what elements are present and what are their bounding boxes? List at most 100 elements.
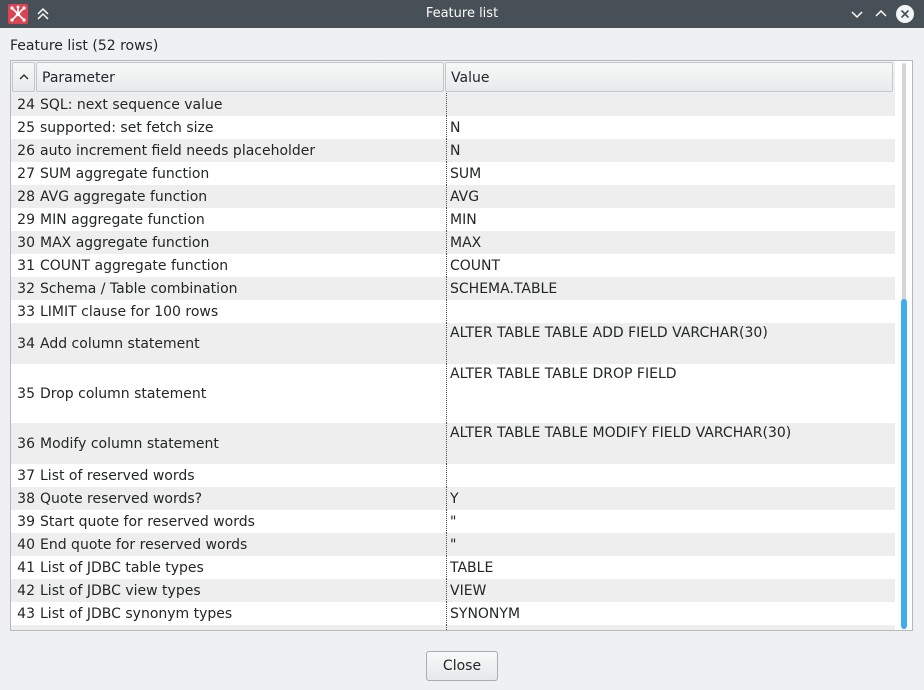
- value-cell[interactable]: ALTER TABLE TABLE MODIFY FIELD VARCHAR(3…: [446, 423, 895, 464]
- table-row[interactable]: 26 auto increment field needs placeholder…: [11, 139, 895, 162]
- row-number: 44: [11, 625, 37, 631]
- row-number: 38: [17, 490, 35, 507]
- scrollbar-thumb[interactable]: [901, 299, 907, 629]
- parameter-column-header[interactable]: Parameter: [36, 62, 444, 92]
- value-cell[interactable]: MIN: [446, 208, 895, 231]
- value-cell[interactable]: MAX: [446, 231, 895, 254]
- table-row[interactable]: 24 SQL: next sequence value: [11, 93, 895, 116]
- parameter-cell[interactable]: COUNT aggregate function: [39, 254, 444, 277]
- row-number: 33: [17, 303, 35, 320]
- table-row[interactable]: 29 MIN aggregate function MIN: [11, 208, 895, 231]
- value-cell[interactable]: N: [446, 116, 895, 139]
- row-number: 25: [17, 119, 35, 136]
- close-icon: [900, 9, 910, 19]
- feature-table[interactable]: Parameter Value 24 SQL: next sequence val…: [10, 60, 913, 631]
- parameter-cell[interactable]: auto increment field needs placeholder: [39, 139, 444, 162]
- parameter-cell[interactable]: List of reserved words: [39, 464, 444, 487]
- vertical-scrollbar[interactable]: [899, 63, 909, 629]
- parameter-cell[interactable]: MAX aggregate function: [39, 231, 444, 254]
- value-cell[interactable]: VIEW: [446, 579, 895, 602]
- value-cell[interactable]: [446, 93, 895, 116]
- parameter-cell[interactable]: AVG aggregate function: [39, 185, 444, 208]
- table-row[interactable]: 34 Add column statement ALTER TABLE TABLE …: [11, 323, 895, 364]
- value-cell[interactable]: N: [446, 625, 895, 630]
- table-row[interactable]: 25 supported: set fetch size N: [11, 116, 895, 139]
- row-number: 37: [17, 467, 35, 484]
- value-cell[interactable]: ALTER TABLE TABLE DROP FIELD: [446, 364, 895, 423]
- parameter-cell[interactable]: List of JDBC synonym types: [39, 602, 444, 625]
- table-row[interactable]: 39 Start quote for reserved words ": [11, 510, 895, 533]
- row-number: 40: [17, 536, 35, 553]
- parameter-cell[interactable]: supported: set fetch size: [39, 116, 444, 139]
- chevron-up-icon: [19, 74, 29, 80]
- row-number: 41: [17, 559, 35, 576]
- title-bar[interactable]: Feature list: [0, 0, 924, 28]
- row-number: 35: [17, 385, 35, 402]
- value-cell[interactable]: SCHEMA.TABLE: [446, 277, 895, 300]
- row-number: 29: [17, 211, 35, 228]
- value-column-header[interactable]: Value: [445, 62, 893, 92]
- maximize-button[interactable]: [872, 5, 890, 23]
- row-number: 30: [17, 234, 35, 251]
- parameter-cell[interactable]: Modify column statement: [39, 423, 444, 464]
- parameter-cell[interactable]: List of JDBC table types: [39, 556, 444, 579]
- chevron-up-icon: [875, 9, 887, 17]
- parameter-cell[interactable]: Start quote for reserved words: [39, 510, 444, 533]
- value-cell[interactable]: ": [446, 510, 895, 533]
- minimize-button[interactable]: [848, 5, 866, 23]
- table-row[interactable]: 30 MAX aggregate function MAX: [11, 231, 895, 254]
- value-cell[interactable]: AVG: [446, 185, 895, 208]
- table-row[interactable]: 38 Quote reserved words? Y: [11, 487, 895, 510]
- close-window-button[interactable]: [896, 5, 914, 23]
- table-row[interactable]: 35 Drop column statement ALTER TABLE TABLE…: [11, 364, 895, 423]
- row-number-header[interactable]: [12, 62, 35, 92]
- table-row[interactable]: 31 COUNT aggregate function COUNT: [11, 254, 895, 277]
- table-row[interactable]: 32 Schema / Table combination SCHEMA.TABLE: [11, 277, 895, 300]
- value-cell[interactable]: SUM: [446, 162, 895, 185]
- table-row[interactable]: 43 List of JDBC synonym types SYNONYM: [11, 602, 895, 625]
- value-cell[interactable]: TABLE: [446, 556, 895, 579]
- row-number: 39: [17, 513, 35, 530]
- value-cell[interactable]: ALTER TABLE TABLE ADD FIELD VARCHAR(30): [446, 323, 895, 364]
- parameter-cell[interactable]: LIMIT clause for 100 rows: [39, 300, 444, 323]
- row-number: 24: [17, 96, 35, 113]
- row-number: 34: [17, 335, 35, 352]
- table-body: 24 SQL: next sequence value 25 supported: …: [11, 93, 895, 631]
- value-cell[interactable]: ": [446, 533, 895, 556]
- parameter-cell[interactable]: [39, 625, 444, 630]
- table-row[interactable]: 40 End quote for reserved words ": [11, 533, 895, 556]
- parameter-cell[interactable]: Add column statement: [39, 323, 444, 364]
- parameter-cell[interactable]: SUM aggregate function: [39, 162, 444, 185]
- row-count-caption: Feature list (52 rows): [10, 38, 159, 54]
- value-cell[interactable]: [446, 300, 895, 323]
- keep-above-icon[interactable]: [34, 5, 52, 23]
- table-row[interactable]: 28 AVG aggregate function AVG: [11, 185, 895, 208]
- row-number: 36: [17, 435, 35, 452]
- value-cell[interactable]: N: [446, 139, 895, 162]
- table-row[interactable]: 41 List of JDBC table types TABLE: [11, 556, 895, 579]
- window-title: Feature list: [425, 6, 499, 21]
- parameter-cell[interactable]: List of JDBC view types: [39, 579, 444, 602]
- table-row[interactable]: 37 List of reserved words: [11, 464, 895, 487]
- table-row[interactable]: 27 SUM aggregate function SUM: [11, 162, 895, 185]
- table-row[interactable]: 42 List of JDBC view types VIEW: [11, 579, 895, 602]
- value-cell[interactable]: SYNONYM: [446, 602, 895, 625]
- row-number: 43: [17, 605, 35, 622]
- value-cell[interactable]: [446, 464, 895, 487]
- table-row[interactable]: 44 N: [11, 625, 895, 631]
- parameter-cell[interactable]: SQL: next sequence value: [39, 93, 444, 116]
- table-row[interactable]: 36 Modify column statement ALTER TABLE TAB…: [11, 423, 895, 464]
- parameter-cell[interactable]: Quote reserved words?: [39, 487, 444, 510]
- close-button[interactable]: Close: [426, 651, 498, 681]
- row-number: 27: [17, 165, 35, 182]
- parameter-cell[interactable]: Drop column statement: [39, 364, 444, 423]
- parameter-cell[interactable]: MIN aggregate function: [39, 208, 444, 231]
- value-cell[interactable]: COUNT: [446, 254, 895, 277]
- parameter-cell[interactable]: End quote for reserved words: [39, 533, 444, 556]
- app-logo-icon[interactable]: [8, 4, 28, 24]
- feature-list-window: Feature list Feature list (52 rows) Para…: [0, 0, 924, 690]
- table-row[interactable]: 33 LIMIT clause for 100 rows: [11, 300, 895, 323]
- value-cell[interactable]: Y: [446, 487, 895, 510]
- row-number: 28: [17, 188, 35, 205]
- parameter-cell[interactable]: Schema / Table combination: [39, 277, 444, 300]
